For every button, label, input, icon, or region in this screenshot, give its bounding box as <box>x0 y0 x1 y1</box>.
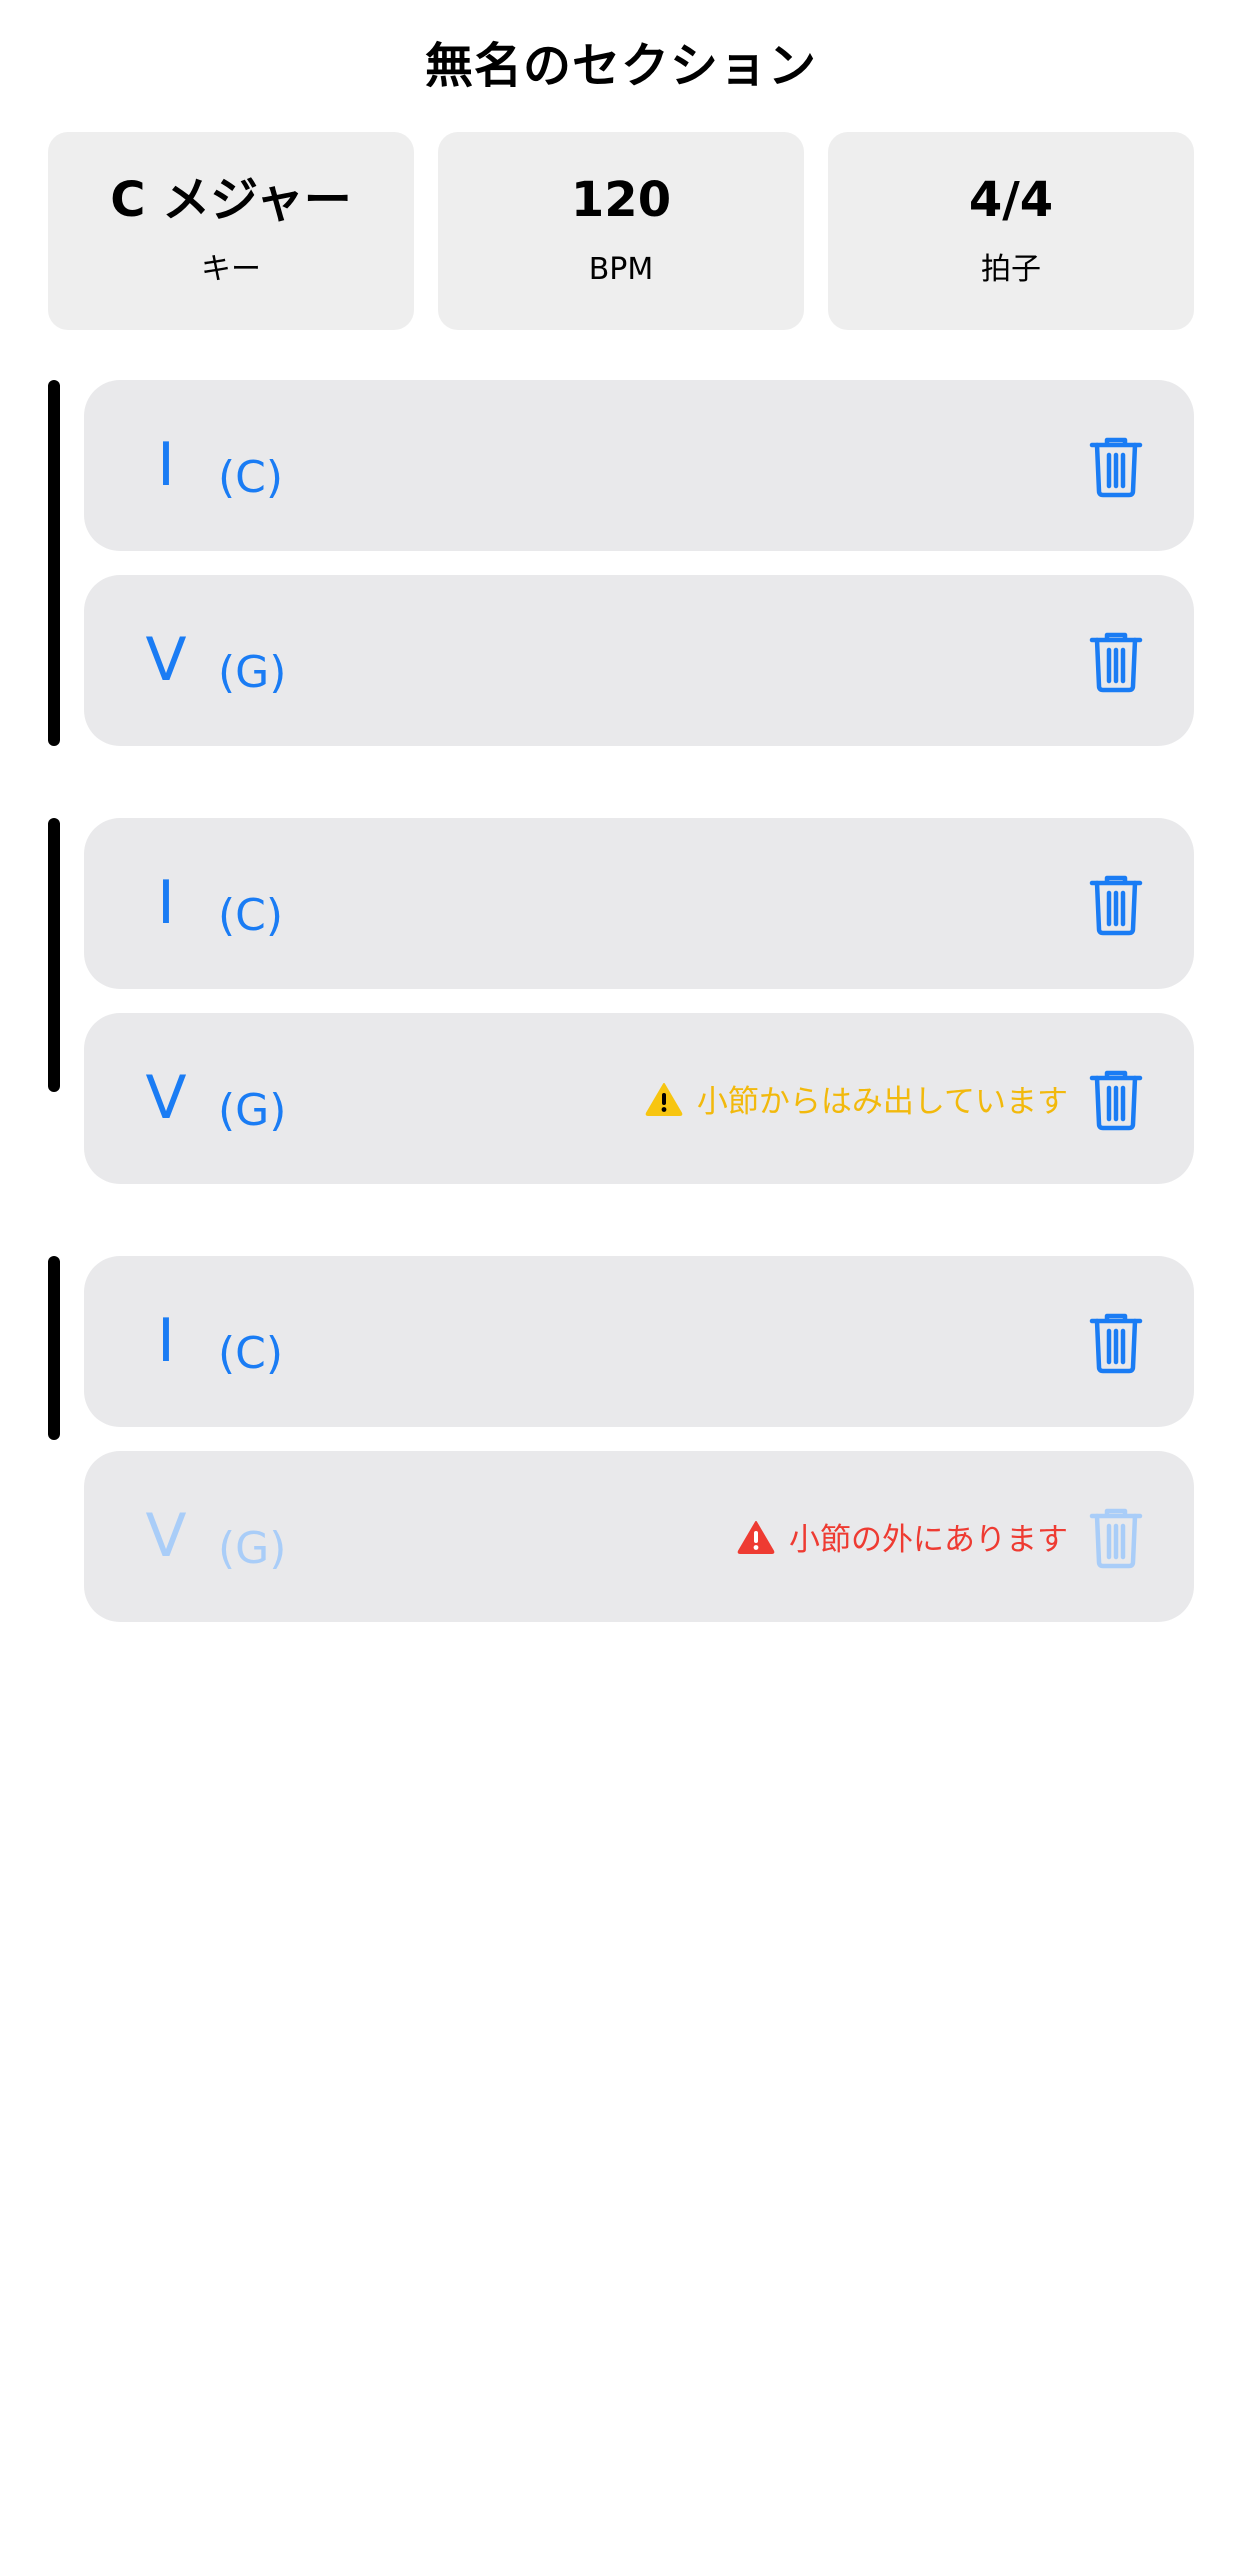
outside-measure-error: 小節の外にあります <box>737 1451 1068 1622</box>
chord-row[interactable]: V (G) 小節からはみ出しています <box>84 1013 1194 1184</box>
time-signature-value: 4/4 <box>968 172 1054 228</box>
trash-icon[interactable] <box>1089 1312 1143 1374</box>
trash-icon[interactable] <box>1089 1507 1143 1569</box>
roman-numeral: V <box>145 1063 187 1133</box>
chord-name: (C) <box>218 452 284 503</box>
measure-bar <box>48 1256 60 1440</box>
key-label: キー <box>201 252 261 287</box>
key-value: C メジャー <box>110 172 352 228</box>
page-title: 無名のセクション <box>424 38 817 94</box>
key-card[interactable]: C メジャー キー <box>48 132 414 330</box>
chord-row[interactable]: I (C) <box>84 818 1194 989</box>
chord-name: (G) <box>218 1523 287 1574</box>
measure-bar <box>48 380 60 746</box>
bpm-label: BPM <box>588 252 654 287</box>
chord-name: (C) <box>218 890 284 941</box>
roman-numeral: I <box>157 1306 175 1376</box>
roman-numeral: V <box>145 1501 187 1571</box>
trash-icon[interactable] <box>1089 874 1143 936</box>
trash-icon[interactable] <box>1089 631 1143 693</box>
measure-bar <box>48 818 60 1092</box>
error-triangle-icon <box>737 1520 775 1554</box>
chord-name: (C) <box>218 1328 284 1379</box>
warning-text: 小節からはみ出しています <box>696 1084 1068 1120</box>
chord-row[interactable]: V (G) <box>84 575 1194 746</box>
error-text: 小節の外にあります <box>789 1522 1068 1558</box>
roman-numeral: V <box>145 625 187 695</box>
roman-numeral: I <box>157 430 175 500</box>
bpm-card[interactable]: 120 BPM <box>438 132 804 330</box>
trash-icon[interactable] <box>1089 436 1143 498</box>
chord-name: (G) <box>218 1085 287 1136</box>
trash-icon[interactable] <box>1089 1069 1143 1131</box>
chord-name: (G) <box>218 647 287 698</box>
chord-row[interactable]: I (C) <box>84 1256 1194 1427</box>
warning-triangle-icon <box>645 1082 683 1116</box>
roman-numeral: I <box>157 868 175 938</box>
overflow-warning: 小節からはみ出しています <box>645 1013 1068 1184</box>
chord-row[interactable]: I (C) <box>84 380 1194 551</box>
bpm-value: 120 <box>570 172 672 228</box>
time-signature-label: 拍子 <box>981 252 1041 287</box>
time-signature-card[interactable]: 4/4 拍子 <box>828 132 1194 330</box>
chord-row-outside-measure[interactable]: V (G) 小節の外にあります <box>84 1451 1194 1622</box>
